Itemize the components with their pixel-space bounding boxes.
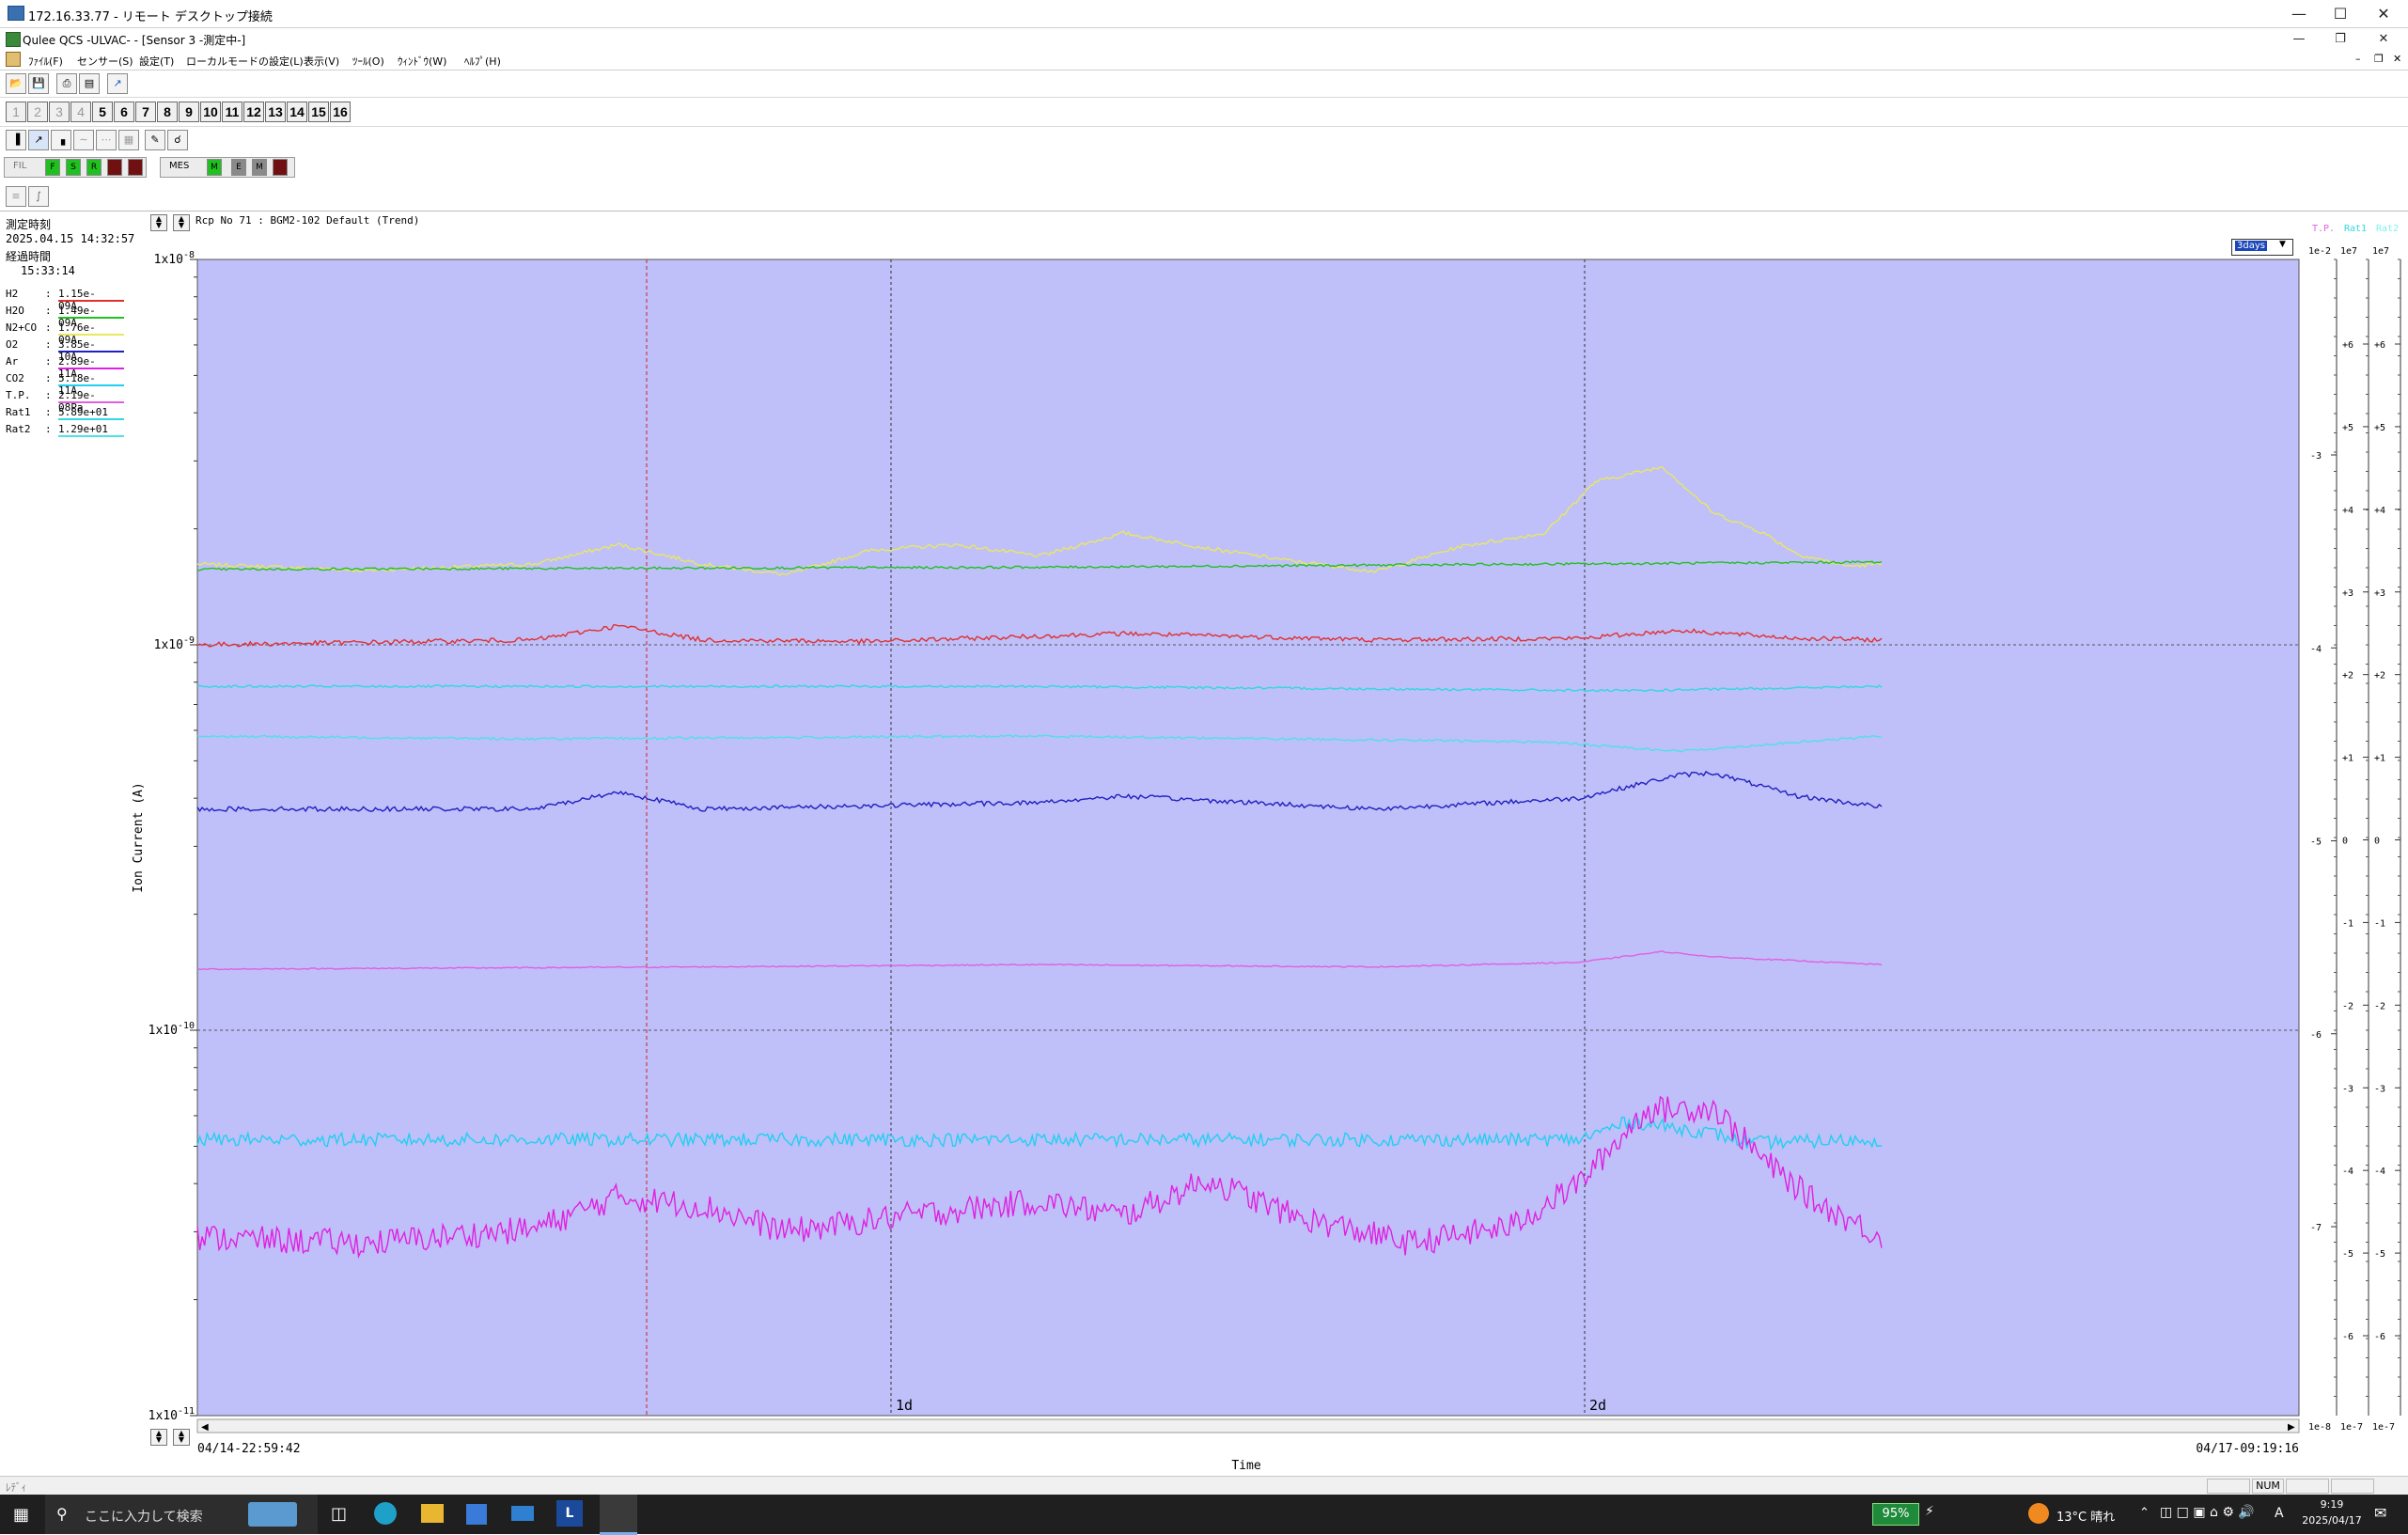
right-axis-tick-label: +6 bbox=[2342, 340, 2353, 351]
right-axis-tick-label: +3 bbox=[2374, 588, 2385, 599]
right-axis-name: Rat2 bbox=[2376, 224, 2399, 234]
search-highlight-icon bbox=[248, 1502, 297, 1527]
right-axis-tick-label: -6 bbox=[2374, 1332, 2385, 1342]
right-axis-tick-label: -1 bbox=[2342, 918, 2353, 929]
y-tick-exponent: -11 bbox=[178, 1406, 195, 1417]
right-axis-tick-label: -4 bbox=[2374, 1167, 2385, 1177]
right-axis-tick-label: -6 bbox=[2342, 1332, 2353, 1342]
right-axis-tick-label: -2 bbox=[2342, 1001, 2353, 1011]
windows-start-icon[interactable]: ▦ bbox=[13, 1505, 29, 1525]
x-end-label: 04/17-09:19:16 bbox=[2196, 1442, 2299, 1456]
status-cell-1 bbox=[2207, 1479, 2250, 1494]
y-tick-exponent: -8 bbox=[183, 250, 195, 260]
right-axis-tick-label: -3 bbox=[2342, 1084, 2353, 1094]
right-axis-bottom: 1e-8 bbox=[2308, 1422, 2331, 1433]
right-axis-tick-label: +6 bbox=[2374, 340, 2385, 351]
right-axis-tick-label: 0 bbox=[2374, 837, 2380, 847]
right-axis-tick-label: +2 bbox=[2342, 671, 2353, 681]
battery-indicator[interactable]: 95% bbox=[1872, 1503, 1919, 1526]
notification-icon[interactable]: ✉ bbox=[2374, 1504, 2386, 1522]
ime-indicator[interactable]: A bbox=[2275, 1506, 2284, 1521]
weather-icon[interactable] bbox=[2028, 1503, 2049, 1524]
tray-chevron-icon[interactable]: ⌃ bbox=[2139, 1506, 2150, 1520]
right-axis-tick-label: -6 bbox=[2310, 1030, 2322, 1041]
status-cell-2 bbox=[2286, 1479, 2329, 1494]
file-explorer-icon[interactable] bbox=[421, 1504, 444, 1523]
right-axis-tick-label: +4 bbox=[2342, 506, 2353, 516]
status-ready: ﾚﾃﾞｨ bbox=[6, 1481, 26, 1494]
y-tick-base: 1x10 bbox=[154, 638, 183, 652]
status-num: NUM bbox=[2252, 1479, 2284, 1494]
day-marker-label: 1d bbox=[896, 1397, 913, 1414]
right-axis-tick-label: -1 bbox=[2374, 918, 2385, 929]
right-axis-tick-label: -2 bbox=[2374, 1001, 2385, 1011]
qulee-app-icon[interactable] bbox=[600, 1495, 637, 1535]
right-axis-tick-label: +5 bbox=[2374, 423, 2385, 433]
right-axis-tick-label: -3 bbox=[2310, 451, 2322, 462]
y-axis-label: Ion Current (A) bbox=[132, 782, 146, 892]
weather-text[interactable]: 13°C 晴れ bbox=[2056, 1507, 2115, 1525]
horizontal-scrollbar[interactable] bbox=[196, 1418, 2300, 1433]
status-cell-3 bbox=[2331, 1479, 2374, 1494]
x-axis-label: Time bbox=[1231, 1459, 1260, 1473]
launcher-icon[interactable]: L bbox=[556, 1500, 583, 1527]
right-axis-tick-label: +4 bbox=[2374, 506, 2385, 516]
search-icon: ⚲ bbox=[56, 1505, 68, 1523]
taskbar-search[interactable]: ⚲ ここに入力して検索 bbox=[45, 1495, 318, 1534]
day-marker-label: 2d bbox=[1589, 1397, 1606, 1414]
y-tick-base: 1x10 bbox=[149, 1024, 178, 1038]
task-view-icon[interactable]: ◫ bbox=[331, 1504, 347, 1524]
right-axis-top: 1e7 bbox=[2372, 246, 2389, 257]
y-tick-base: 1x10 bbox=[149, 1409, 178, 1423]
trend-chart: 1x10-111x10-101x10-91x10-81d 2dIon Curren… bbox=[132, 224, 2401, 1473]
status-bar: ﾚﾃﾞｨ NUM bbox=[0, 1476, 2408, 1496]
right-axis-tick-label: -5 bbox=[2374, 1249, 2385, 1260]
y-tick-label: 1x10-10 bbox=[149, 1021, 195, 1038]
taskbar: ▦ ⚲ ここに入力して検索 ◫ L 95% ⚡ 13°C 晴れ ⌃ ◫ □ ▣ … bbox=[0, 1495, 2408, 1535]
clock-date[interactable]: 2025/04/17 bbox=[2293, 1514, 2370, 1527]
x-start-label: 04/14-22:59:42 bbox=[197, 1442, 301, 1456]
right-axis-tick-label: +5 bbox=[2342, 423, 2353, 433]
right-axis-top: 1e7 bbox=[2340, 246, 2357, 257]
right-axis-bottom: 1e-7 bbox=[2372, 1422, 2395, 1433]
plot-area bbox=[196, 258, 2300, 1417]
y-tick-exponent: -9 bbox=[183, 635, 195, 646]
right-axis-name: T.P. bbox=[2312, 224, 2335, 234]
scroll-right-arrow[interactable]: ▶ bbox=[2288, 1422, 2295, 1433]
right-axis-tick-label: -5 bbox=[2342, 1249, 2353, 1260]
taskbar-search-placeholder: ここに入力して検索 bbox=[85, 1510, 203, 1525]
y-tick-label: 1x10-11 bbox=[149, 1406, 195, 1423]
edge-icon[interactable] bbox=[374, 1502, 397, 1525]
right-axis-name: Rat1 bbox=[2344, 224, 2367, 234]
right-axis-tick-label: 0 bbox=[2342, 837, 2348, 847]
right-axis-tick-label: -3 bbox=[2374, 1084, 2385, 1094]
right-axis-bottom: 1e-7 bbox=[2340, 1422, 2363, 1433]
right-axis-top: 1e-2 bbox=[2308, 246, 2331, 257]
right-axis-tick-label: -7 bbox=[2310, 1223, 2322, 1233]
right-axis-tick-label: -5 bbox=[2310, 838, 2322, 848]
clock-time[interactable]: 9:19 bbox=[2299, 1498, 2365, 1511]
y-tick-exponent: -10 bbox=[178, 1021, 195, 1031]
right-axis-tick-label: +1 bbox=[2374, 754, 2385, 764]
tray-icons[interactable]: ◫ □ ▣ ⌂ ⚙ 🔊 bbox=[2160, 1505, 2255, 1520]
right-axis-tick-label: -4 bbox=[2342, 1167, 2353, 1177]
scroll-left-arrow[interactable]: ◀ bbox=[201, 1422, 209, 1433]
y-tick-label: 1x10-8 bbox=[154, 250, 195, 267]
y-scale-spinner-bottom[interactable]: ▲ ▼ bbox=[150, 1429, 167, 1446]
y-tick-base: 1x10 bbox=[154, 253, 183, 267]
right-axis-tick-label: -4 bbox=[2310, 644, 2322, 654]
right-axis-tick-label: +2 bbox=[2374, 671, 2385, 681]
right-axis-tick-label: +1 bbox=[2342, 754, 2353, 764]
y-tick-label: 1x10-9 bbox=[154, 635, 195, 652]
power-plug-icon: ⚡ bbox=[1925, 1504, 1934, 1519]
right-axis-tick-label: +3 bbox=[2342, 588, 2353, 599]
y-scale-spinner-bottom-2[interactable]: ▲ ▼ bbox=[173, 1429, 190, 1446]
mail-icon[interactable] bbox=[511, 1506, 534, 1521]
store-icon[interactable] bbox=[466, 1504, 487, 1525]
